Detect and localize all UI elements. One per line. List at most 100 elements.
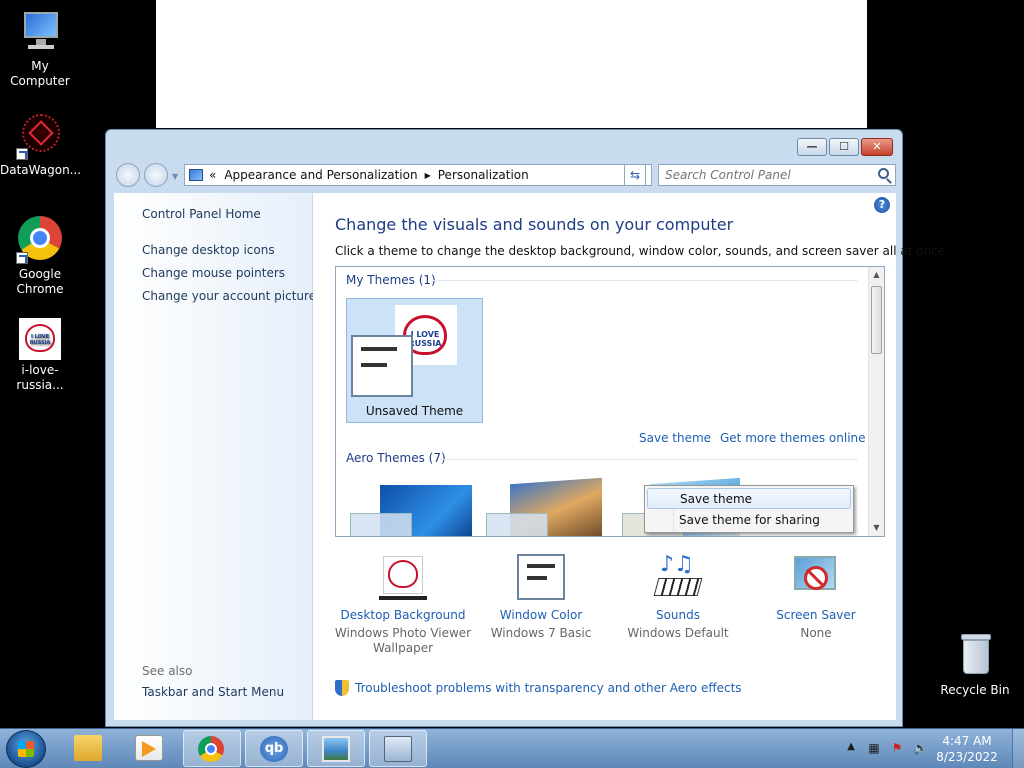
address-overflow[interactable]: « xyxy=(209,168,216,182)
window-color-icon xyxy=(517,554,565,602)
qbittorrent-icon: qb xyxy=(260,736,288,762)
computer-icon xyxy=(16,8,64,56)
divider xyxy=(432,280,858,281)
menu-line xyxy=(361,363,387,367)
menu-item-save-theme[interactable]: Save theme xyxy=(647,488,851,509)
photo-viewer-icon xyxy=(322,736,350,762)
sounds-value: Windows Default xyxy=(627,626,729,640)
taskbar-app-control-panel[interactable] xyxy=(369,730,427,767)
maximize-icon: ☐ xyxy=(839,140,849,153)
taskbar-app-photo-viewer[interactable] xyxy=(307,730,365,767)
network-icon[interactable]: ▦ xyxy=(867,741,881,755)
search-icon[interactable] xyxy=(878,168,889,179)
control-panel-home-link[interactable]: Control Panel Home xyxy=(142,207,261,221)
minimize-icon: — xyxy=(806,140,818,153)
personalization-window: — ☐ ✕ ▼ « Appearance and Personalization… xyxy=(105,129,949,727)
action-center-icon[interactable]: ⚑ xyxy=(890,741,904,755)
desktop-icon-recycle-bin[interactable]: Recycle Bin xyxy=(935,632,1015,698)
maximize-button[interactable]: ☐ xyxy=(829,138,859,156)
screen-saver-icon xyxy=(792,554,840,602)
desktop-icon-google-chrome[interactable]: Google Chrome xyxy=(0,216,80,297)
change-mouse-pointers-link[interactable]: Change mouse pointers xyxy=(142,266,285,280)
themes-scrollbar[interactable]: ▲ ▼ xyxy=(868,267,884,536)
refresh-button[interactable]: ⇆ xyxy=(624,164,646,186)
taskbar-start-menu-link[interactable]: Taskbar and Start Menu xyxy=(142,685,284,699)
save-theme-link[interactable]: Save theme xyxy=(639,431,711,445)
desktop-icon-label: Recycle Bin xyxy=(940,683,1010,697)
close-button[interactable]: ✕ xyxy=(861,138,893,156)
window-color-swatch xyxy=(351,335,413,397)
folder-icon xyxy=(74,735,102,761)
taskbar: qb ▲ ▦ ⚑ 🔈 4:47 AM 8/23/2022 xyxy=(0,728,1024,768)
show-hidden-icons-icon[interactable]: ▲ xyxy=(847,741,855,752)
show-desktop-button[interactable] xyxy=(1012,729,1024,768)
main-content: ? Change the visuals and sounds on your … xyxy=(313,193,949,720)
forward-button[interactable] xyxy=(144,163,168,187)
scroll-thumb[interactable] xyxy=(871,286,882,354)
datawagon-icon xyxy=(16,112,64,160)
clock-time: 4:47 AM xyxy=(942,734,992,748)
image-file-icon: I LOVE RUSSIA xyxy=(19,318,61,360)
window-color-value: Windows 7 Basic xyxy=(490,626,592,640)
start-button[interactable] xyxy=(6,730,46,768)
address-bar[interactable]: « Appearance and Personalization ▶ Perso… xyxy=(184,164,652,186)
desktop-background-icon xyxy=(379,554,427,602)
taskbar-app-qbittorrent[interactable]: qb xyxy=(245,730,303,767)
desktop-icon-label: DataWagon... xyxy=(0,163,82,177)
clock[interactable]: 4:47 AM 8/23/2022 xyxy=(932,733,1002,765)
breadcrumb-appearance[interactable]: Appearance and Personalization xyxy=(224,168,417,182)
left-task-pane: Control Panel Home Change desktop icons … xyxy=(114,193,316,720)
chrome-icon xyxy=(16,216,64,264)
title-bar-line xyxy=(361,347,397,351)
desktop-background-item[interactable]: Desktop Background Windows Photo Viewer … xyxy=(333,554,473,656)
title-bar[interactable]: — ☐ ✕ xyxy=(106,130,902,162)
change-account-picture-link[interactable]: Change your account picture xyxy=(142,289,316,303)
change-desktop-icons-link[interactable]: Change desktop icons xyxy=(142,243,275,257)
clock-date: 8/23/2022 xyxy=(936,750,998,764)
chrome-icon xyxy=(198,736,224,762)
divider xyxy=(440,459,858,460)
shortcut-arrow-icon xyxy=(16,252,28,264)
recycle-bin-icon xyxy=(951,632,999,680)
navigation-bar: ▼ « Appearance and Personalization ▶ Per… xyxy=(114,163,896,187)
search-input[interactable] xyxy=(659,165,869,185)
desktop-background-title: Desktop Background xyxy=(340,608,466,622)
screen-saver-value: None xyxy=(800,626,832,640)
desktop-icon-label: i-love-russia... xyxy=(16,363,64,392)
desktop-icon-i-love-russia[interactable]: I LOVE RUSSIA i-love-russia... xyxy=(0,318,80,393)
unsaved-theme-tile[interactable]: I LOVE RUSSIA Unsaved Theme xyxy=(346,298,483,423)
taskbar-app-media-player[interactable] xyxy=(121,730,179,767)
sounds-item[interactable]: ♪♫ Sounds Windows Default xyxy=(608,554,748,641)
help-icon[interactable]: ? xyxy=(874,197,890,213)
refresh-icon: ⇆ xyxy=(629,168,641,182)
minimize-button[interactable]: — xyxy=(797,138,827,156)
page-description: Click a theme to change the desktop back… xyxy=(335,244,949,258)
search-box[interactable] xyxy=(658,164,896,186)
page-title: Change the visuals and sounds on your co… xyxy=(335,215,734,234)
scroll-up-icon[interactable]: ▲ xyxy=(869,267,884,283)
recent-pages-dropdown-icon[interactable]: ▼ xyxy=(172,172,178,181)
get-more-themes-link[interactable]: Get more themes online xyxy=(720,431,866,445)
control-panel-icon xyxy=(189,169,203,181)
unsaved-theme-label: Unsaved Theme xyxy=(365,404,464,418)
screen-saver-title: Screen Saver xyxy=(776,608,856,622)
desktop-icon-datawagon[interactable]: DataWagon... xyxy=(0,112,82,178)
sounds-title: Sounds xyxy=(655,608,701,622)
desktop-icon-label: My Computer xyxy=(10,59,70,88)
taskbar-app-explorer[interactable] xyxy=(60,730,118,767)
breadcrumb-personalization[interactable]: Personalization xyxy=(438,168,529,182)
breadcrumb-separator-icon[interactable]: ▶ xyxy=(425,171,431,180)
back-button[interactable] xyxy=(116,163,140,187)
close-icon: ✕ xyxy=(872,140,882,153)
volume-icon[interactable]: 🔈 xyxy=(913,741,928,755)
window-color-item[interactable]: Window Color Windows 7 Basic xyxy=(471,554,611,641)
desktop-icon-label: Google Chrome xyxy=(16,267,64,296)
menu-item-save-theme-for-sharing[interactable]: Save theme for sharing xyxy=(647,510,851,531)
media-player-icon xyxy=(135,735,163,761)
screen-saver-item[interactable]: Screen Saver None xyxy=(746,554,886,641)
scroll-down-icon[interactable]: ▼ xyxy=(869,520,884,536)
troubleshoot-link[interactable]: Troubleshoot problems with transparency … xyxy=(335,680,742,696)
desktop-icon-my-computer[interactable]: My Computer xyxy=(0,8,80,89)
system-tray: ▲ ▦ ⚑ 🔈 4:47 AM 8/23/2022 xyxy=(834,729,1024,768)
taskbar-app-chrome[interactable] xyxy=(183,730,241,767)
